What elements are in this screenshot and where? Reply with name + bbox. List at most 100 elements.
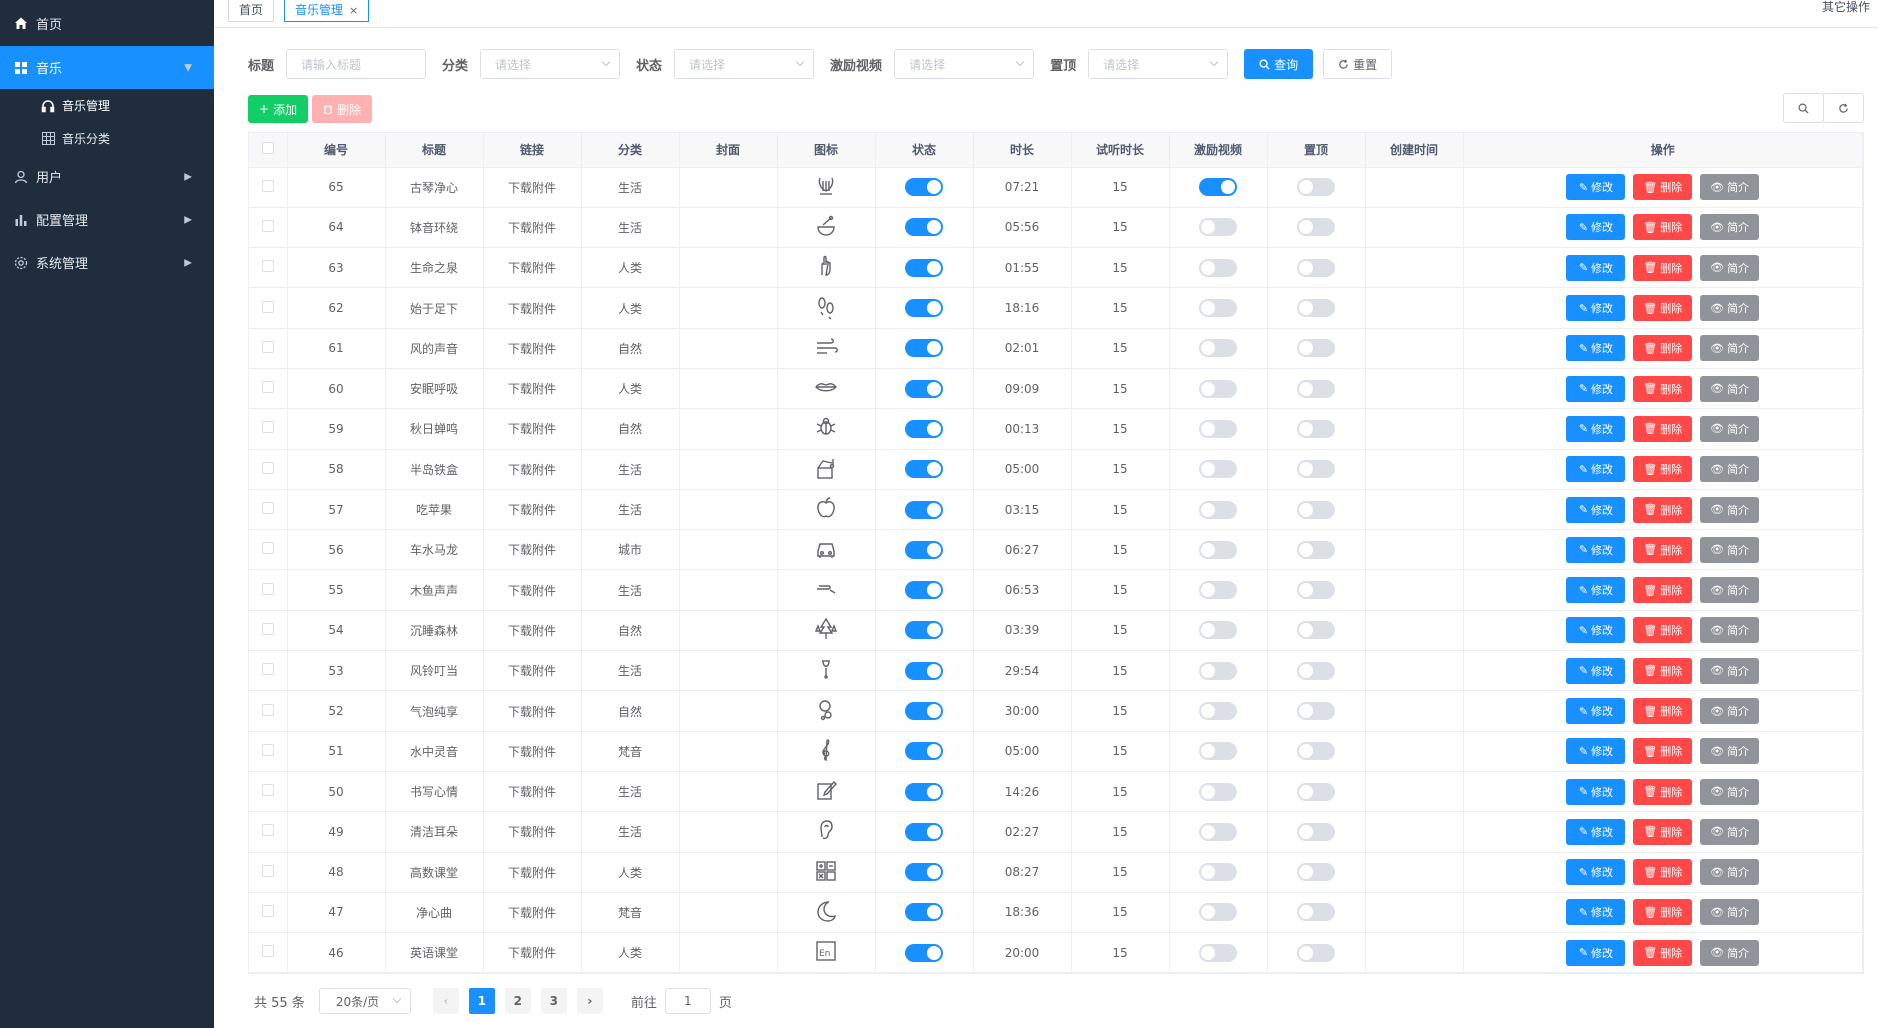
status-switch[interactable] xyxy=(905,419,943,438)
info-button[interactable]: 👁 简介 xyxy=(1700,214,1760,241)
video-switch[interactable] xyxy=(1199,943,1237,962)
status-switch[interactable] xyxy=(905,822,943,841)
edit-button[interactable]: ✎ 修改 xyxy=(1566,657,1626,684)
info-button[interactable]: 👁 简介 xyxy=(1700,415,1760,442)
cell-link[interactable]: 下载附件 xyxy=(483,731,582,772)
cell-link[interactable]: 下载附件 xyxy=(483,408,582,450)
delete-button[interactable]: 🗑 删除 xyxy=(1633,536,1693,563)
cell-link[interactable]: 下载附件 xyxy=(483,852,582,893)
top-switch[interactable] xyxy=(1297,419,1335,438)
row-select-cell[interactable] xyxy=(249,368,288,410)
toggle-search-button[interactable] xyxy=(1783,93,1824,123)
query-button[interactable]: 查询 xyxy=(1244,49,1314,79)
row-checkbox[interactable] xyxy=(261,864,274,877)
page-3-button[interactable]: 3 xyxy=(540,988,567,1014)
delete-button[interactable]: 🗑 删除 xyxy=(1633,657,1693,684)
video-switch[interactable] xyxy=(1199,822,1237,841)
info-button[interactable]: 👁 简介 xyxy=(1700,375,1760,402)
status-switch[interactable] xyxy=(905,943,943,962)
row-select-cell[interactable] xyxy=(249,167,288,208)
next-page-button[interactable]: › xyxy=(576,988,603,1014)
edit-button[interactable]: ✎ 修改 xyxy=(1566,778,1626,805)
top-switch[interactable] xyxy=(1297,621,1335,640)
edit-button[interactable]: ✎ 修改 xyxy=(1566,536,1626,563)
top-switch[interactable] xyxy=(1297,540,1335,559)
table-row[interactable]: 50 书写心情 下载附件 生活 14:26 15 ✎ 修改 🗑 删除 👁 简介 xyxy=(249,771,1863,813)
delete-button[interactable]: 🗑 删除 xyxy=(1633,415,1693,442)
cell-link[interactable]: 下载附件 xyxy=(483,690,582,732)
row-checkbox[interactable] xyxy=(261,824,274,837)
video-switch[interactable] xyxy=(1199,339,1237,358)
edit-button[interactable]: ✎ 修改 xyxy=(1566,335,1626,362)
info-button[interactable]: 👁 简介 xyxy=(1700,859,1760,886)
delete-button[interactable]: 🗑 删除 xyxy=(1633,939,1693,966)
table-row[interactable]: 46 英语课堂 下载附件 人类 En 20:00 15 ✎ 修改 🗑 删除 👁 简介 xyxy=(249,932,1863,974)
cell-link[interactable]: 下载附件 xyxy=(483,167,582,208)
status-switch[interactable] xyxy=(905,178,943,197)
video-switch[interactable] xyxy=(1199,621,1237,640)
row-checkbox[interactable] xyxy=(261,461,274,474)
status-switch[interactable] xyxy=(905,661,943,680)
info-button[interactable]: 👁 简介 xyxy=(1700,738,1760,765)
other-operations-dropdown[interactable]: 其它操作 xyxy=(1822,0,1870,14)
status-switch[interactable] xyxy=(905,218,943,237)
row-select-cell[interactable] xyxy=(249,852,288,893)
info-button[interactable]: 👁 简介 xyxy=(1700,577,1760,604)
table-row[interactable]: 57 吃苹果 下载附件 生活 03:15 15 ✎ 修改 🗑 删除 👁 简介 xyxy=(249,489,1863,531)
edit-button[interactable]: ✎ 修改 xyxy=(1566,254,1626,281)
top-switch[interactable] xyxy=(1297,863,1335,882)
top-switch[interactable] xyxy=(1297,178,1335,197)
table-row[interactable]: 56 车水马龙 下载附件 城市 06:27 15 ✎ 修改 🗑 删除 👁 简介 xyxy=(249,529,1863,571)
delete-button[interactable]: 🗑 删除 xyxy=(1633,738,1693,765)
status-switch[interactable] xyxy=(905,379,943,398)
sidebar-item-config[interactable]: 配置管理 ▶ xyxy=(0,198,214,241)
cell-link[interactable]: 下载附件 xyxy=(483,287,582,329)
row-checkbox[interactable] xyxy=(261,179,274,192)
delete-button[interactable]: 🗑 删除 xyxy=(1633,375,1693,402)
row-select-cell[interactable] xyxy=(249,731,288,772)
edit-button[interactable]: ✎ 修改 xyxy=(1566,738,1626,765)
edit-button[interactable]: ✎ 修改 xyxy=(1566,415,1626,442)
cell-link[interactable]: 下载附件 xyxy=(483,650,582,692)
row-select-cell[interactable] xyxy=(249,247,288,289)
edit-button[interactable]: ✎ 修改 xyxy=(1566,214,1626,241)
cell-link[interactable]: 下载附件 xyxy=(483,489,582,531)
row-checkbox[interactable] xyxy=(261,743,274,756)
video-switch[interactable] xyxy=(1199,782,1237,801)
edit-button[interactable]: ✎ 修改 xyxy=(1566,577,1626,604)
edit-button[interactable]: ✎ 修改 xyxy=(1566,818,1626,845)
cell-link[interactable]: 下载附件 xyxy=(483,328,582,369)
video-switch[interactable] xyxy=(1199,218,1237,237)
top-switch[interactable] xyxy=(1297,379,1335,398)
row-checkbox[interactable] xyxy=(261,421,274,434)
row-select-cell[interactable] xyxy=(249,287,288,329)
top-switch[interactable] xyxy=(1297,742,1335,761)
row-checkbox[interactable] xyxy=(261,381,274,394)
row-select-cell[interactable] xyxy=(249,771,288,813)
status-switch[interactable] xyxy=(905,339,943,358)
cell-link[interactable]: 下载附件 xyxy=(483,207,582,249)
status-select[interactable]: 请选择 xyxy=(674,49,815,79)
top-switch[interactable] xyxy=(1297,258,1335,277)
edit-button[interactable]: ✎ 修改 xyxy=(1566,698,1626,724)
row-checkbox[interactable] xyxy=(261,582,274,595)
edit-button[interactable]: ✎ 修改 xyxy=(1566,899,1626,926)
status-switch[interactable] xyxy=(905,702,943,720)
table-row[interactable]: 51 水中灵音 下载附件 梵音 05:00 15 ✎ 修改 🗑 删除 👁 简介 xyxy=(249,731,1863,772)
status-switch[interactable] xyxy=(905,621,943,640)
top-switch[interactable] xyxy=(1297,903,1335,922)
top-switch[interactable] xyxy=(1297,581,1335,600)
delete-button[interactable]: 🗑 删除 xyxy=(1633,456,1693,483)
table-row[interactable]: 53 风铃叮当 下载附件 生活 29:54 15 ✎ 修改 🗑 删除 👁 简介 xyxy=(249,650,1863,692)
tab-home[interactable]: 首页 xyxy=(228,0,275,22)
info-button[interactable]: 👁 简介 xyxy=(1700,496,1760,523)
status-switch[interactable] xyxy=(905,500,943,519)
video-switch[interactable] xyxy=(1199,540,1237,559)
top-select[interactable]: 请选择 xyxy=(1088,49,1229,79)
video-switch[interactable] xyxy=(1199,419,1237,438)
status-switch[interactable] xyxy=(905,581,943,600)
video-switch[interactable] xyxy=(1199,460,1237,479)
delete-button[interactable]: 🗑 删除 xyxy=(1633,254,1693,281)
info-button[interactable]: 👁 简介 xyxy=(1700,617,1760,644)
delete-button[interactable]: 🗑 删除 xyxy=(1633,496,1693,523)
